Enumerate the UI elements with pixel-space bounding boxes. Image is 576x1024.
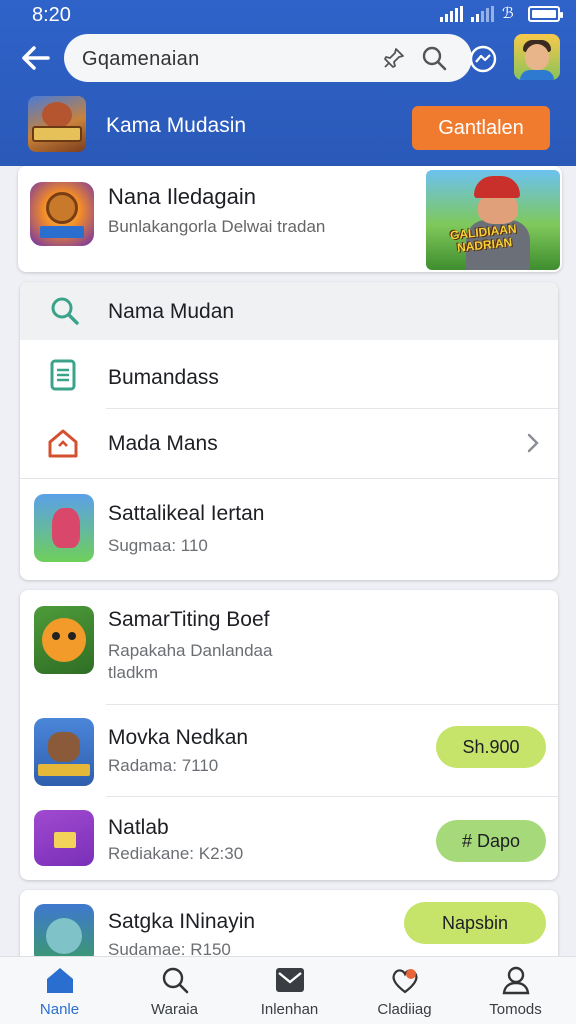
user-icon [500, 965, 532, 995]
app-icon [34, 606, 94, 674]
home-icon [46, 426, 80, 460]
search-field[interactable]: Gqamenaian [64, 34, 472, 82]
app-subtitle: Radama: 7110 [108, 756, 219, 775]
search-icon [48, 294, 82, 328]
search-row-label: Nama Mudan [108, 300, 235, 323]
app-icon [34, 494, 94, 562]
battery-icon [528, 6, 563, 22]
tab-label: Inlenhan [260, 1001, 319, 1018]
featured-title: Nana Iledagain [108, 184, 257, 209]
mail-icon [274, 965, 306, 995]
tab-label: Cladiiag [377, 1001, 432, 1018]
game-logo [28, 96, 86, 152]
wifi-icon: ℬ [502, 5, 514, 22]
bottom-tab-bar: Nanle Waraia Inlenhan Cladiiag Tomods [0, 956, 576, 1024]
status-bar: 8:20 ℬ [0, 0, 576, 30]
app-title: SamarTiting Boef [108, 608, 270, 631]
pin-icon[interactable] [382, 46, 406, 70]
tab-mail[interactable]: Inlenhan [232, 957, 347, 1024]
app-subtitle: Rapakaha Danlandaa tladkm [108, 641, 273, 682]
tab-label: Nanle [39, 1001, 80, 1018]
action-button[interactable]: # Dapo [436, 820, 546, 862]
home-icon [44, 965, 76, 995]
featured-banner[interactable]: GALIDIAAN NADRIAN [426, 170, 560, 270]
tab-favorites[interactable]: Cladiiag [347, 957, 462, 1024]
menu-item-label: Mada Mans [108, 432, 218, 455]
divider [20, 478, 558, 479]
chevron-right-icon [526, 432, 540, 459]
search-icon[interactable] [420, 44, 448, 72]
divider [106, 704, 558, 705]
action-button[interactable]: Napsbin [404, 902, 546, 944]
app-icon [34, 718, 94, 786]
tab-label: Tomods [489, 1001, 542, 1018]
app-icon [34, 904, 94, 964]
download-button[interactable]: Gantlalen [412, 106, 550, 150]
app-subtitle: Sugmaa: 110 [108, 536, 208, 555]
search-input[interactable]: Gqamenaian [82, 48, 200, 71]
app-subtitle: Rediakane: K2:30 [108, 844, 244, 863]
cell-signal-2-icon [471, 6, 494, 22]
status-time: 8:20 [32, 4, 71, 26]
tab-profile[interactable]: Tomods [458, 957, 573, 1024]
app-title: Satgka INinayin [108, 910, 256, 933]
game-title: Kama Mudasin [106, 114, 247, 137]
tab-search[interactable]: Waraia [117, 957, 232, 1024]
app-icon [34, 810, 94, 866]
divider [106, 796, 558, 797]
messenger-icon[interactable] [468, 44, 498, 74]
featured-app-icon [30, 182, 94, 246]
arrow-left-icon [22, 46, 50, 70]
app-title: Movka Nedkan [108, 726, 249, 749]
tab-label: Waraia [151, 1001, 198, 1018]
document-icon [46, 358, 80, 392]
price-button[interactable]: Sh.900 [436, 726, 546, 768]
tab-home[interactable]: Nanle [2, 957, 117, 1024]
avatar[interactable] [514, 34, 560, 80]
divider [106, 408, 558, 409]
featured-card[interactable]: Nana Iledagain Bunlakangorla Delwai trad… [18, 166, 562, 272]
app-title: Sattalikeal Iertan [108, 502, 265, 525]
app-list-card: SamarTiting Boef Rapakaha Danlandaa tlad… [20, 590, 558, 880]
status-icons: ℬ [440, 5, 563, 22]
app-title: Natlab [108, 816, 169, 839]
back-button[interactable] [18, 42, 54, 74]
search-row[interactable]: Nama Mudan [20, 282, 558, 340]
cell-signal-icon [440, 6, 463, 22]
menu-item-label: Bumandass [108, 366, 219, 389]
search-icon [159, 965, 191, 995]
heart-icon [389, 965, 421, 995]
featured-subtitle: Bunlakangorla Delwai tradan [108, 217, 326, 236]
menu-card: Nama Mudan Bumandass Mada Mans Sattalike… [20, 282, 558, 580]
